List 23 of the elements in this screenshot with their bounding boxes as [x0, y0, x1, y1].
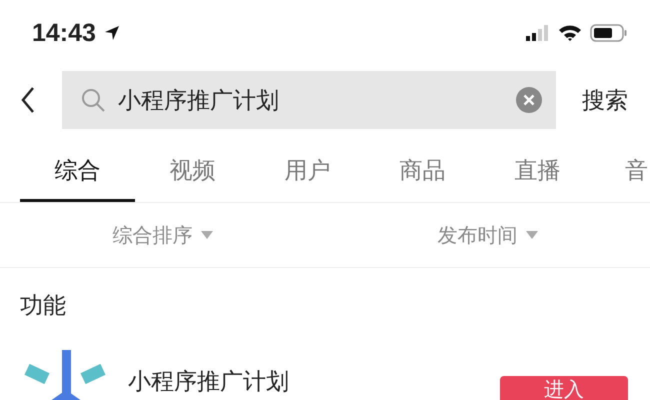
section-title: 功能 [19, 292, 67, 321]
tab[interactable]: 用户 [250, 142, 365, 202]
battery-icon [590, 23, 628, 43]
result-title: 小程序推广计划 [128, 368, 289, 397]
back-icon[interactable] [20, 86, 36, 114]
sort-dropdown[interactable]: 综合排序 [0, 203, 325, 267]
tab[interactable]: 直播 [480, 142, 595, 202]
search-button[interactable]: 搜索 [582, 84, 628, 116]
caret-icon [526, 231, 538, 239]
caret-icon [200, 231, 212, 239]
clock-time: 14:43 [32, 18, 96, 48]
signal-icon [526, 23, 550, 43]
tab[interactable]: 综合 [20, 142, 135, 202]
search-icon [80, 87, 106, 113]
enter-button[interactable]: 进入 [500, 376, 628, 400]
location-arrow-icon [104, 25, 120, 41]
tab[interactable]: 视频 [135, 142, 250, 202]
sort-dropdown[interactable]: 发布时间 [325, 203, 650, 267]
tab[interactable]: 商品 [365, 142, 480, 202]
tab[interactable]: 音 [595, 142, 648, 202]
wifi-icon [558, 24, 582, 42]
clear-icon[interactable] [516, 87, 542, 113]
search-field[interactable]: 小程序推广计划 [62, 71, 556, 129]
